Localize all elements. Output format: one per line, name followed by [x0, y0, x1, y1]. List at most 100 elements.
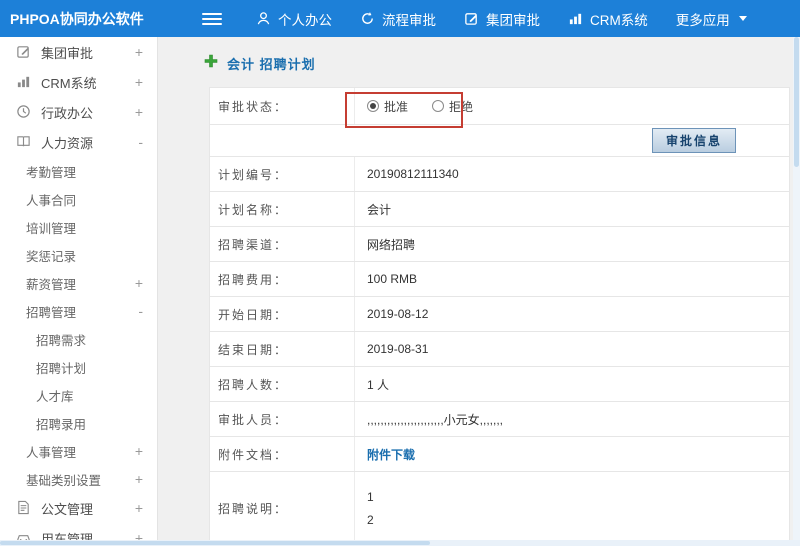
sidebar-item-vehicle[interactable]: 用车管理 +	[0, 523, 157, 540]
collapse-icon[interactable]: -	[138, 135, 143, 149]
field-start-date: 开始日期： 2019-08-12	[210, 297, 789, 332]
sidebar-item-recruit-plan[interactable]: 招聘计划	[0, 353, 157, 381]
radio-reject-label: 拒绝	[449, 99, 474, 114]
expander-icon[interactable]: +	[135, 276, 143, 290]
description-line-1: 1	[367, 490, 374, 504]
breadcrumb: 会计 招聘计划	[159, 37, 793, 87]
field-plan-number: 计划编号： 20190812111340	[210, 157, 789, 192]
nav-label: 流程审批	[382, 12, 436, 28]
field-value: 100 RMB	[367, 272, 418, 286]
sidebar-item-attendance[interactable]: 考勤管理	[0, 157, 157, 185]
expander-icon[interactable]: +	[135, 105, 143, 119]
radio-approve[interactable]: 批准	[367, 98, 408, 115]
top-nav: 个人办公 流程审批 集团审批 CRM系统 更多应用	[242, 0, 761, 37]
page-title: 会计 招聘计划	[227, 57, 316, 72]
sidebar-item-label: 奖惩记录	[26, 249, 77, 264]
horizontal-scrollbar[interactable]	[0, 540, 800, 546]
field-value: ,,,,,,,,,,,,,,,,,,,,,,,小元女,,,,,,,	[367, 412, 504, 427]
field-value: 附件下载	[355, 437, 789, 471]
sidebar-item-recruit-demand[interactable]: 招聘需求	[0, 325, 157, 353]
horizontal-scrollbar-thumb[interactable]	[0, 541, 430, 545]
sidebar-item-label: 人事合同	[26, 193, 77, 208]
field-label: 招聘人数：	[210, 367, 355, 401]
field-label: 计划名称：	[210, 192, 355, 226]
sidebar-item-group-approval[interactable]: 集团审批 +	[0, 37, 157, 67]
sidebar-item-salary[interactable]: 薪资管理 +	[0, 269, 157, 297]
radio-approve-dot[interactable]	[367, 100, 379, 112]
sidebar-item-label: 招聘录用	[36, 417, 87, 432]
top-header: PHPOA协同办公软件 个人办公 流程审批 集团审批 CRM系统 更多应用	[0, 0, 800, 37]
approval-info-button[interactable]: 审批信息	[651, 128, 736, 153]
field-channel: 招聘渠道： 网络招聘	[210, 227, 789, 262]
collapse-icon[interactable]: -	[138, 304, 143, 318]
field-value: 2019-08-31	[367, 342, 429, 356]
nav-more-apps[interactable]: 更多应用	[662, 0, 761, 37]
sidebar-item-document[interactable]: 公文管理 +	[0, 493, 157, 523]
expander-icon[interactable]: +	[135, 75, 143, 89]
field-headcount: 招聘人数： 1 人	[210, 367, 789, 402]
expander-icon[interactable]: +	[135, 444, 143, 458]
expander-icon[interactable]: +	[135, 472, 143, 486]
sidebar-item-admin-office[interactable]: 行政办公 +	[0, 97, 157, 127]
sidebar-item-label: 人力资源	[41, 135, 94, 151]
field-label: 计划编号：	[210, 157, 355, 191]
sidebar: 集团审批 + CRM系统 + 行政办公 + 人力资源 - 考勤管理 人事合同 培…	[0, 37, 158, 540]
car-icon	[16, 530, 32, 540]
sidebar-item-training[interactable]: 培训管理	[0, 213, 157, 241]
sidebar-item-recruitment[interactable]: 招聘管理 -	[0, 297, 157, 325]
radio-reject[interactable]: 拒绝	[432, 98, 473, 115]
approval-info-row: 审批信息	[210, 125, 789, 157]
expander-icon[interactable]: +	[135, 501, 143, 515]
nav-crm[interactable]: CRM系统	[554, 0, 662, 37]
radio-approve-label: 批准	[384, 99, 409, 114]
nav-label: 个人办公	[278, 12, 332, 28]
field-approval-status: 审批状态： 批准 拒绝	[210, 88, 789, 128]
sidebar-item-personnel[interactable]: 人事管理 +	[0, 437, 157, 465]
sidebar-item-base-category[interactable]: 基础类别设置 +	[0, 465, 157, 493]
chart-icon	[16, 74, 32, 90]
nav-personal-office[interactable]: 个人办公	[242, 0, 346, 37]
sidebar-item-hr-contract[interactable]: 人事合同	[0, 185, 157, 213]
sidebar-item-recruit-hire[interactable]: 招聘录用	[0, 409, 157, 437]
sidebar-item-label: 招聘管理	[26, 305, 77, 320]
document-icon	[16, 500, 32, 516]
field-label: 审批状态：	[210, 88, 355, 124]
caret-down-icon	[738, 16, 747, 21]
nav-label: CRM系统	[590, 12, 648, 28]
description-line-2: 2	[367, 513, 374, 527]
sidebar-item-crm[interactable]: CRM系统 +	[0, 67, 157, 97]
clock-icon	[16, 104, 32, 120]
field-value: 批准 拒绝	[355, 88, 789, 124]
field-label: 招聘费用：	[210, 262, 355, 296]
field-value: 20190812111340	[367, 167, 459, 181]
edit-icon	[16, 44, 32, 60]
vertical-scrollbar[interactable]	[793, 37, 800, 540]
nav-group-approval[interactable]: 集团审批	[450, 0, 554, 37]
sidebar-item-label: 基础类别设置	[26, 473, 102, 488]
person-icon	[256, 11, 271, 26]
field-label: 招聘渠道：	[210, 227, 355, 261]
sidebar-item-label: 培训管理	[26, 221, 77, 236]
attachment-download-link[interactable]: 附件下载	[367, 446, 415, 463]
field-value: 会计	[367, 202, 392, 217]
expander-icon[interactable]: +	[135, 45, 143, 59]
vertical-scrollbar-thumb[interactable]	[794, 37, 799, 167]
chart-icon	[568, 11, 583, 26]
sidebar-item-rewards[interactable]: 奖惩记录	[0, 241, 157, 269]
field-end-date: 结束日期： 2019-08-31	[210, 332, 789, 367]
sidebar-item-label: 人才库	[36, 389, 74, 404]
sidebar-item-hr[interactable]: 人力资源 -	[0, 127, 157, 157]
sidebar-item-label: 招聘计划	[36, 361, 87, 376]
nav-process-approval[interactable]: 流程审批	[346, 0, 450, 37]
sidebar-item-label: 行政办公	[41, 105, 94, 121]
sidebar-item-talent-pool[interactable]: 人才库	[0, 381, 157, 409]
sidebar-item-label: 人事管理	[26, 445, 77, 460]
nav-label: 集团审批	[486, 12, 540, 28]
sidebar-item-label: 考勤管理	[26, 165, 77, 180]
expander-icon[interactable]: +	[135, 531, 143, 540]
field-label: 附件文档：	[210, 437, 355, 471]
field-plan-name: 计划名称： 会计	[210, 192, 789, 227]
menu-toggle-icon[interactable]	[202, 10, 222, 28]
edit-icon	[464, 11, 479, 26]
radio-reject-dot[interactable]	[432, 100, 445, 112]
